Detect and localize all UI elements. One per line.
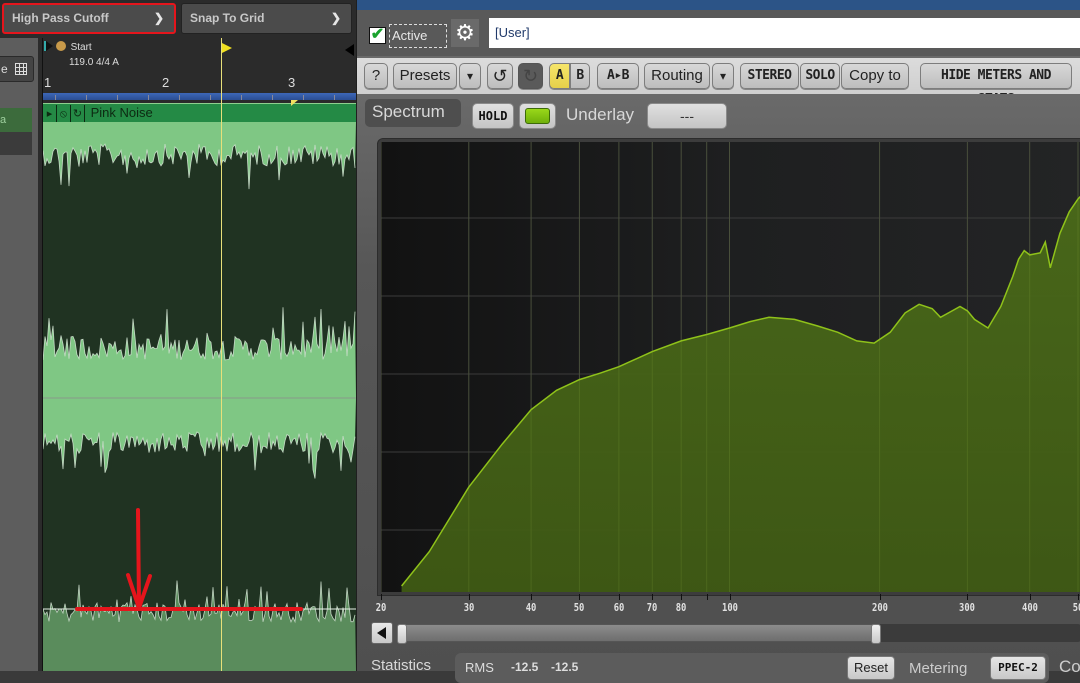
- frequency-tick-label: 50: [1072, 601, 1080, 614]
- frequency-tick-label: 80: [675, 601, 687, 614]
- frequency-tick: [468, 594, 470, 600]
- spectrum-color-button[interactable]: [519, 103, 556, 129]
- frequency-tick-label: 300: [959, 601, 976, 614]
- sidebar-item[interactable]: [0, 132, 32, 155]
- annotation-arrow-shaft: [136, 508, 141, 608]
- grid-button-label: e: [1, 62, 8, 76]
- plugin-toolbar: ? Presets ▾ ↺ ↻ A B A▸B Routing ▾ STEREO…: [357, 56, 1080, 107]
- frequency-tick: [579, 594, 581, 600]
- frequency-tick: [531, 594, 533, 600]
- spectrum-graph[interactable]: [381, 142, 1080, 592]
- active-checkbox[interactable]: ✔: [369, 27, 386, 44]
- help-button[interactable]: ?: [364, 63, 388, 89]
- b-button[interactable]: B: [570, 63, 590, 89]
- statistics-box: RMS -12.5 -12.5 Reset Metering PPEC-2: [455, 653, 1049, 683]
- frequency-tick-label: 100: [721, 601, 738, 614]
- sidebar-item-selected[interactable]: a: [0, 108, 32, 132]
- underlay-label: Underlay: [566, 105, 635, 124]
- chevron-down-icon: ❯: [330, 11, 341, 25]
- frequency-axis: 20 30 40 50 60 70 80 100 200 300 400 50: [357, 592, 1080, 622]
- gear-icon[interactable]: ⚙: [451, 19, 479, 47]
- presets-button[interactable]: Presets: [393, 63, 457, 89]
- hide-meters-and-stats-button[interactable]: HIDE METERS AND STATS: [920, 63, 1072, 107]
- underlay-dropdown[interactable]: ---: [647, 103, 727, 129]
- statistics-label: Statistics: [371, 657, 432, 674]
- snap-to-grid-dropdown[interactable]: Snap To Grid ❯: [181, 3, 352, 34]
- window-titlebar: [357, 0, 1080, 10]
- frequency-tick-label: 70: [646, 601, 658, 614]
- frequency-tick-label: 50: [574, 601, 585, 614]
- frequency-tick-label: 30: [463, 601, 475, 614]
- grid-icon: [15, 63, 27, 75]
- routing-dropdown-button[interactable]: ▾: [712, 63, 734, 89]
- stereo-button[interactable]: STEREO: [740, 63, 799, 89]
- scroll-track[interactable]: [397, 624, 1080, 644]
- frequency-tick: [1029, 594, 1031, 600]
- metering-mode-button[interactable]: PPEC-2: [990, 656, 1046, 680]
- grid-button[interactable]: e: [0, 56, 34, 82]
- rms-label: RMS: [465, 660, 494, 675]
- copy-to-button[interactable]: Copy to: [841, 63, 909, 89]
- spectrum-panel: Spectrum HOLD Underlay --- 20 30 40 50 60 70 8…: [357, 94, 1080, 683]
- chevron-down-icon: ❯: [153, 11, 164, 25]
- daw-track-panel: High Pass Cutoff ❯ Snap To Grid ❯ e a St…: [0, 0, 356, 671]
- annotation-overlay: [75, 508, 303, 611]
- frequency-tick: [618, 594, 620, 600]
- routing-button[interactable]: Routing: [644, 63, 710, 89]
- high-pass-cutoff-dropdown[interactable]: High Pass Cutoff ❯: [2, 3, 176, 34]
- high-pass-cutoff-label: High Pass Cutoff: [12, 11, 109, 25]
- frequency-tick: [1078, 594, 1079, 600]
- frequency-tick: [652, 594, 654, 600]
- frequency-tick-label: 200: [871, 601, 888, 614]
- undo-button[interactable]: ↺: [487, 63, 513, 89]
- redo-button[interactable]: ↻: [518, 63, 543, 89]
- a-button[interactable]: A: [549, 63, 570, 89]
- frequency-tick-label: 400: [1021, 601, 1038, 614]
- track-sidebar: e a: [0, 38, 38, 671]
- frequency-tick: [706, 594, 708, 600]
- next-section-label: Co: [1059, 657, 1080, 676]
- presets-dropdown-button[interactable]: ▾: [459, 63, 481, 89]
- scroll-range[interactable]: [397, 624, 881, 644]
- scroll-handle-left[interactable]: [397, 624, 407, 644]
- preset-name-field[interactable]: [User]: [489, 18, 1080, 48]
- rms-left-value: -12.5: [511, 660, 539, 674]
- frequency-tick-label: 40: [525, 601, 537, 614]
- metering-label: Metering: [909, 660, 968, 677]
- frequency-tick-label: 60: [613, 601, 625, 614]
- frequency-tick: [967, 594, 969, 600]
- plugin-header: ✔ Active ⚙ [User]: [357, 10, 1080, 56]
- active-label[interactable]: Active: [389, 24, 447, 48]
- frequency-scrollbar[interactable]: [371, 622, 1080, 644]
- track-lane: Start 119.0 4/4 A 1 2 3 ▸ ⦸ ↻ Pink Noise: [42, 38, 356, 671]
- scroll-left-arrow-icon[interactable]: [371, 622, 393, 644]
- hold-button[interactable]: HOLD: [472, 103, 514, 129]
- rms-right-value: -12.5: [551, 660, 579, 674]
- frequency-tick-label: 20: [375, 601, 387, 614]
- check-icon: ✔: [370, 26, 385, 43]
- frequency-tick: [879, 594, 881, 600]
- color-swatch-icon: [525, 108, 550, 124]
- solo-button[interactable]: SOLO: [800, 63, 840, 89]
- frequency-tick: [381, 594, 382, 600]
- frequency-tick: [729, 594, 731, 600]
- reset-button[interactable]: Reset: [847, 656, 895, 680]
- spectrum-tab[interactable]: Spectrum: [365, 99, 461, 127]
- statistics-row: Statistics RMS -12.5 -12.5 Reset Meterin…: [357, 652, 1080, 683]
- scroll-handle-right[interactable]: [871, 624, 881, 644]
- frequency-tick: [681, 594, 683, 600]
- plugin-window: ✔ Active ⚙ [User] ? Presets ▾ ↺ ↻ A B A▸…: [356, 0, 1080, 683]
- snap-to-grid-label: Snap To Grid: [190, 11, 265, 25]
- a-to-b-button[interactable]: A▸B: [597, 63, 639, 89]
- sidebar-item-label: a: [0, 114, 7, 126]
